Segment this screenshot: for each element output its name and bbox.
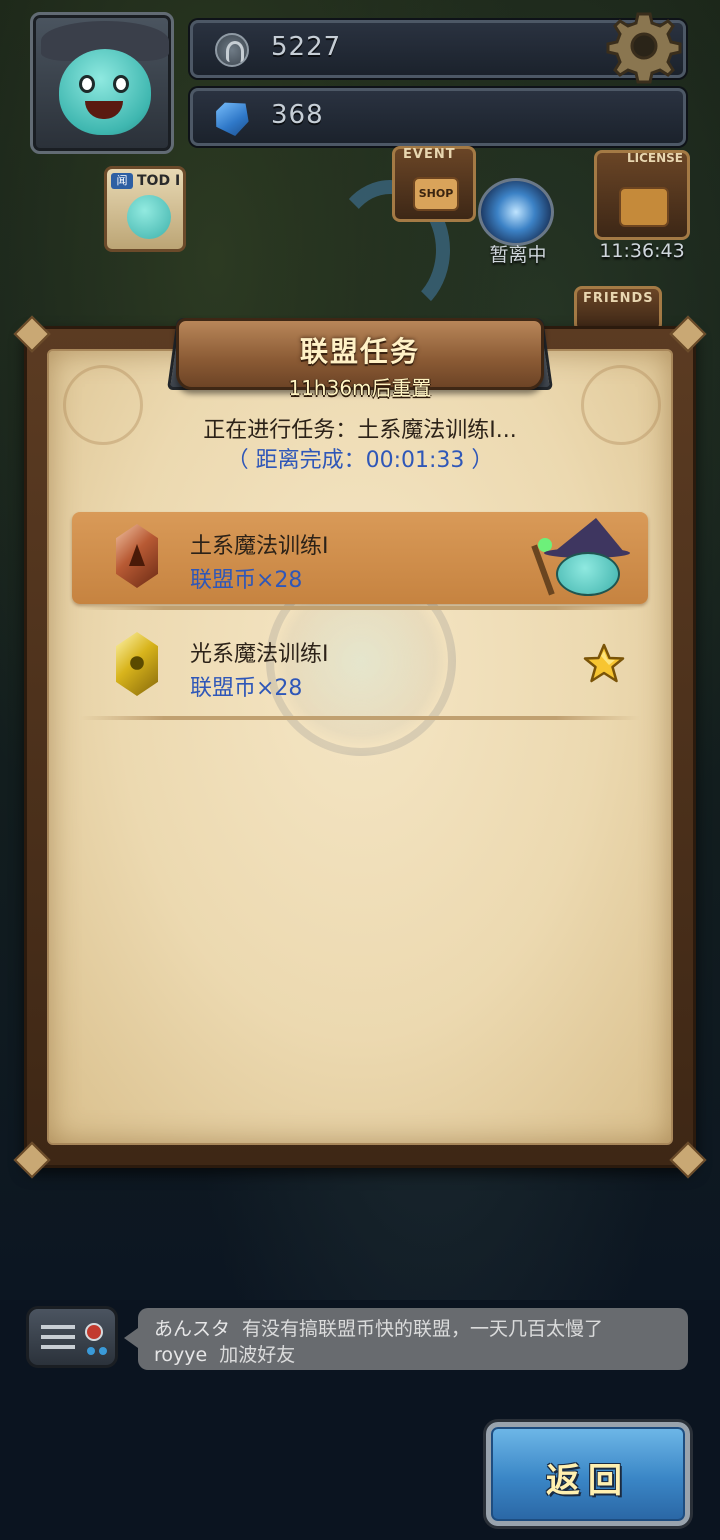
current-task-text: 正在进行任务：土系魔法训练I... [203,418,517,443]
row-divider [80,606,640,610]
reset-timer: 11h36m后重置 [288,376,432,400]
row-divider [80,716,640,720]
portal-icon[interactable] [478,178,554,246]
gear-icon[interactable] [606,8,682,84]
player-avatar[interactable] [30,12,174,154]
task-name: 光系魔法训练I [190,642,329,667]
todo-mascot-icon [127,195,171,239]
avatar-face [59,49,151,135]
treasure-chest-icon [619,187,669,227]
star-icon [583,643,625,683]
license-button[interactable]: LICENSE [594,150,690,240]
task-row-light[interactable]: 光系魔法训练I 联盟币×28 [72,620,648,712]
gem-counter: 368 [190,88,686,146]
event-shop-button[interactable]: EVENT SHOP [392,146,476,222]
shop-icon: SHOP [413,177,459,211]
shop-label: SHOP [418,187,454,200]
chat-username: あんスタ [154,1318,231,1340]
remaining-time: （ 距离完成：00:01:33 ） [226,448,494,473]
light-crystal-icon [116,632,158,696]
license-label: LICENSE [627,151,683,165]
todo-label: TOD I [137,173,181,189]
chat-username: royye [154,1344,208,1366]
chat-preview[interactable]: あんスタ 有没有搞联盟币快的联盟，一天几百太慢了 royye 加波好友 [124,1308,688,1370]
back-button[interactable]: 返回 [486,1422,690,1526]
back-button-label: 返回 [546,1461,630,1501]
coin-icon [215,33,249,67]
chat-message: あんスタ 有没有搞联盟币快的联盟，一天几百太慢了 [154,1314,603,1341]
task-reward: 联盟币×28 [190,568,303,593]
task-name: 土系魔法训练I [190,534,329,559]
coin-value: 5227 [271,32,342,62]
todo-tag: 闻 [111,173,133,189]
license-timer: 11:36:43 [599,240,685,262]
chat-text: 有没有搞联盟币快的联盟，一天几百太慢了 [242,1318,604,1340]
gem-value: 368 [271,100,324,130]
task-reward: 联盟币×28 [190,676,303,701]
task-row-earth[interactable]: 土系魔法训练I 联盟币×28 [72,512,648,604]
todo-button[interactable]: 闻 TOD I [104,166,186,252]
friends-label: FRIENDS [583,291,654,306]
chat-message: royye 加波好友 [154,1340,295,1367]
wizard-character-icon [531,518,634,598]
chat-text: 加波好友 [219,1344,296,1366]
portal-status: 暂离中 [489,244,547,266]
panel-title: 联盟任务 [299,335,420,368]
earth-crystal-icon [116,524,158,588]
chat-button[interactable] [26,1306,118,1368]
gem-icon [212,98,252,138]
event-label: EVENT [403,147,456,162]
